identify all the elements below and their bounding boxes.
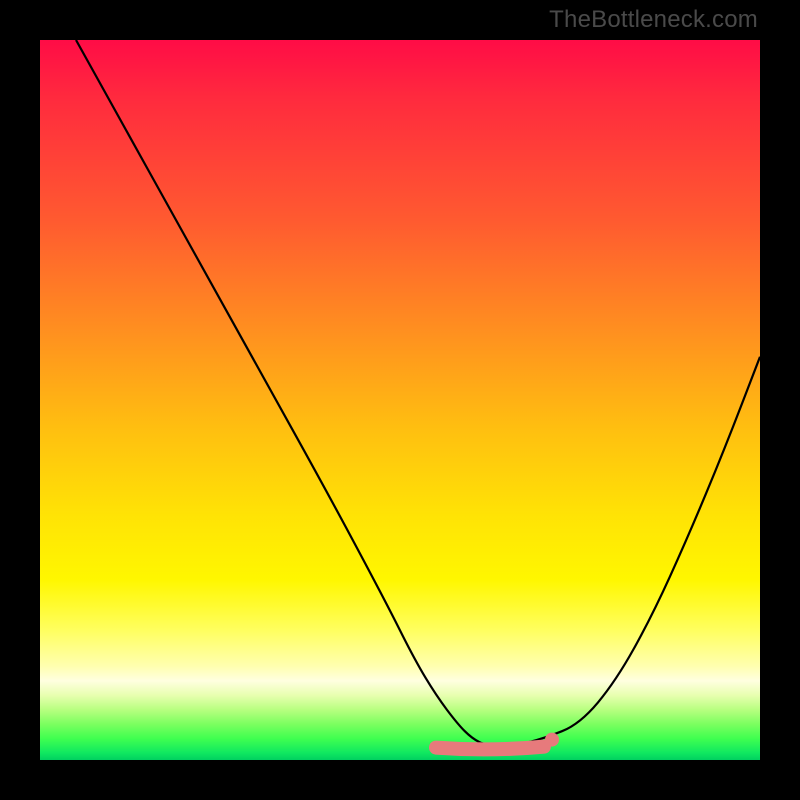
chart-frame: TheBottleneck.com bbox=[0, 0, 800, 800]
bottleneck-curve bbox=[76, 40, 760, 746]
curve-layer bbox=[40, 40, 760, 760]
watermark-text: TheBottleneck.com bbox=[549, 6, 758, 34]
optimal-flat-region bbox=[436, 747, 544, 750]
highlight-dot-right bbox=[545, 733, 559, 747]
plot-area bbox=[40, 40, 760, 760]
